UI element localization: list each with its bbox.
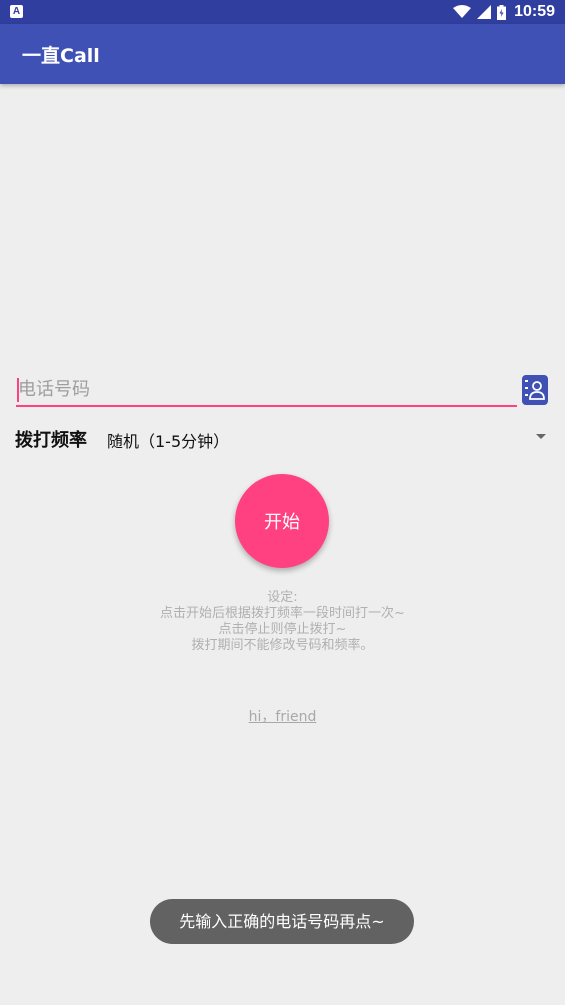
- description-line: 点击停止则停止拨打~: [218, 622, 347, 637]
- phone-row: [16, 373, 549, 409]
- description-line: 点击开始后根据拨打频率一段时间打一次~: [160, 606, 405, 621]
- status-time: 10:59: [514, 3, 555, 20]
- hi-friend-link[interactable]: hi，friend: [0, 706, 565, 726]
- dropdown-arrow-icon[interactable]: [536, 434, 546, 439]
- description-text: 设定: 点击开始后根据拨打频率一段时间打一次~ 点击停止则停止拨打~ 拨打期间不…: [0, 590, 565, 654]
- status-bar: A 10:59: [0, 0, 565, 24]
- description-line: 设定:: [267, 590, 298, 605]
- status-icons: 10:59: [453, 3, 555, 21]
- wifi-icon: [453, 5, 472, 18]
- notification-icon: A: [10, 5, 23, 18]
- toast-message: 先输入正确的电话号码再点~: [150, 899, 414, 944]
- app-bar: 一直Call: [0, 24, 565, 84]
- contacts-button[interactable]: [522, 375, 548, 405]
- app-title: 一直Call: [22, 45, 100, 67]
- frequency-row: 拨打频率 随机（1-5分钟）: [15, 424, 550, 452]
- text-cursor: [17, 378, 19, 402]
- frequency-label: 拨打频率: [15, 430, 87, 451]
- battery-icon: [497, 4, 507, 20]
- phone-number-input[interactable]: [16, 373, 517, 407]
- signal-icon: [477, 5, 492, 19]
- start-button[interactable]: 开始: [235, 474, 329, 568]
- frequency-spinner[interactable]: 随机（1-5分钟）: [107, 428, 229, 452]
- contacts-icon: [525, 380, 545, 400]
- description-line: 拨打期间不能修改号码和频率。: [191, 638, 374, 653]
